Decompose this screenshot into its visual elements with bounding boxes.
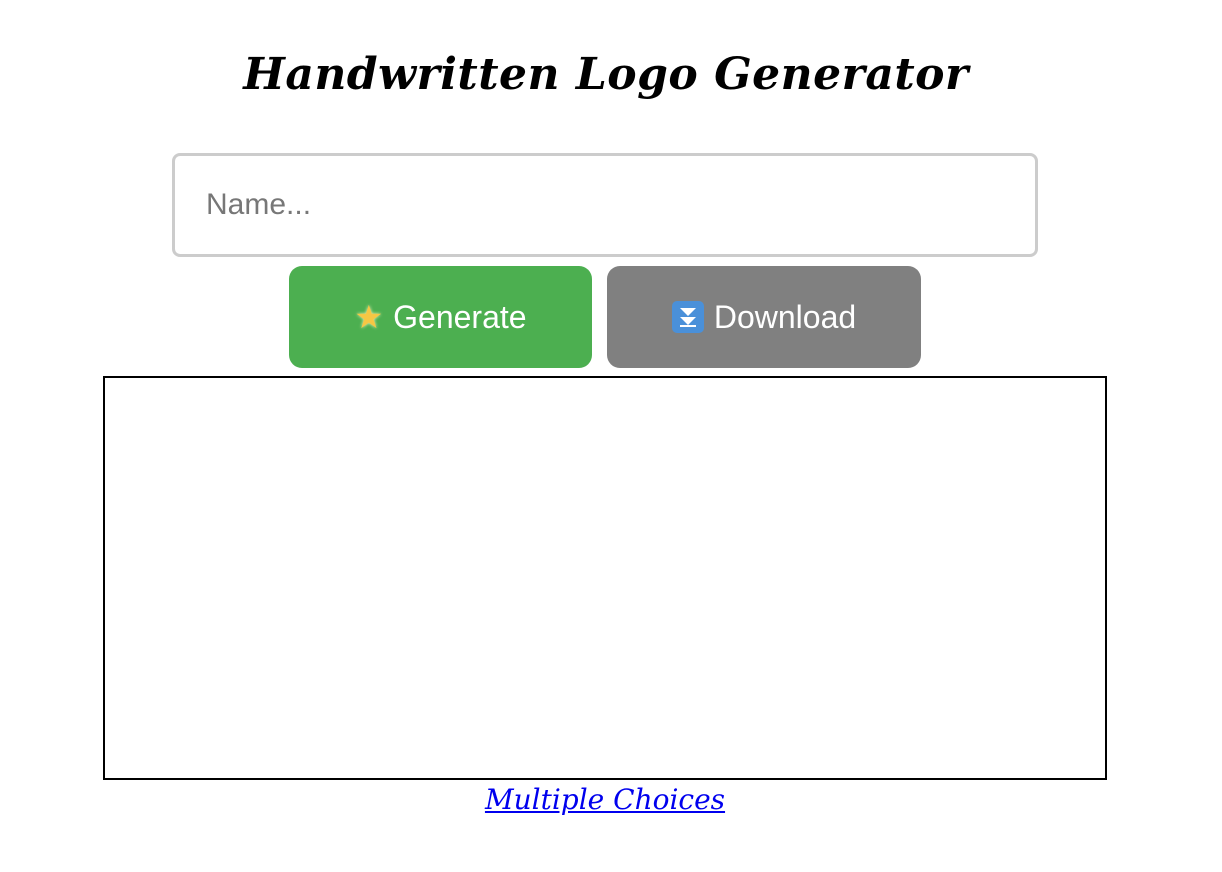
double-down-arrow-icon (671, 301, 704, 333)
generate-button-label: Generate (393, 298, 527, 335)
generate-button[interactable]: ★ Generate (289, 266, 592, 368)
download-button-label: Download (713, 298, 857, 335)
logo-canvas (103, 376, 1107, 780)
sparkle-star-icon: ★ (354, 299, 384, 335)
footer-link-container: Multiple Choices (0, 780, 1210, 820)
multiple-choices-link[interactable]: Multiple Choices (485, 783, 725, 816)
page-title: Handwritten Logo Generator (243, 49, 969, 100)
name-input[interactable] (172, 153, 1038, 257)
download-button[interactable]: Download (607, 266, 921, 368)
